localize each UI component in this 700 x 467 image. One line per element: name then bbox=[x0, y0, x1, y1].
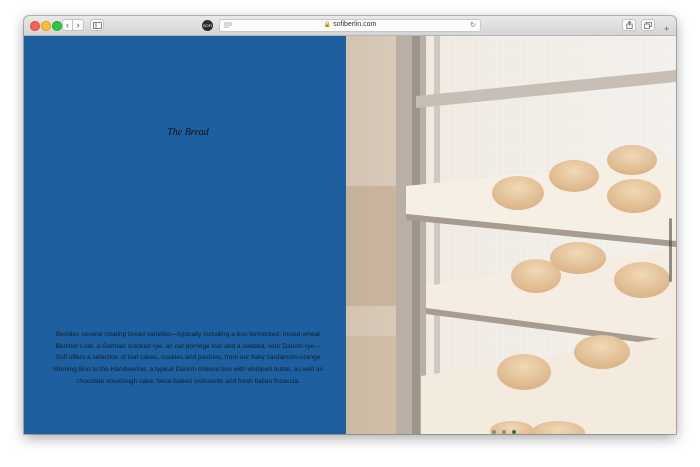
section-heading: The Bread bbox=[167, 127, 209, 138]
slide-dot-2[interactable] bbox=[502, 430, 506, 434]
site-favicon-icon[interactable]: SOFI bbox=[202, 20, 213, 31]
zoom-window-button[interactable] bbox=[52, 21, 62, 31]
sidebar-icon bbox=[92, 21, 102, 29]
page-content: The Bread Besides several rotating bread… bbox=[24, 36, 676, 434]
page-scrollbar[interactable] bbox=[669, 218, 672, 282]
lock-icon: 🔒 bbox=[323, 22, 332, 28]
croissant-rack-image bbox=[346, 36, 676, 434]
forward-button[interactable]: › bbox=[73, 19, 84, 31]
info-panel: The Bread Besides several rotating bread… bbox=[24, 36, 346, 434]
new-tab-button[interactable]: + bbox=[664, 25, 669, 34]
sidebar-toggle-button[interactable] bbox=[90, 19, 104, 31]
section-description: Besides several rotating bread varieties… bbox=[53, 331, 323, 385]
show-tabs-button[interactable] bbox=[641, 19, 655, 31]
url-text: sofiberlin.com bbox=[333, 21, 377, 28]
slide-dot-3[interactable] bbox=[512, 430, 516, 434]
share-icon bbox=[625, 21, 633, 29]
slide-dot-1[interactable] bbox=[492, 430, 496, 434]
reload-icon[interactable]: ↻ bbox=[470, 21, 476, 29]
chevron-left-icon: ‹ bbox=[66, 19, 69, 30]
tabs-icon bbox=[644, 21, 652, 29]
url-display: 🔒 sofiberlin.com bbox=[220, 21, 480, 28]
share-button[interactable] bbox=[622, 19, 636, 31]
close-window-button[interactable] bbox=[30, 21, 40, 31]
minimize-window-button[interactable] bbox=[41, 21, 51, 31]
address-bar[interactable]: 🔒 sofiberlin.com ↻ bbox=[219, 19, 481, 32]
browser-toolbar: ‹ › SOFI 🔒 sofiberlin.com ↻ + bbox=[24, 16, 676, 36]
bakery-rack-photo bbox=[346, 36, 676, 434]
favicon-label: SOFI bbox=[202, 23, 213, 28]
browser-window: ‹ › SOFI 🔒 sofiberlin.com ↻ + The Bread … bbox=[24, 16, 676, 434]
chevron-right-icon: › bbox=[76, 19, 80, 30]
slide-indicator bbox=[492, 430, 516, 434]
back-button[interactable]: ‹ bbox=[62, 19, 73, 31]
